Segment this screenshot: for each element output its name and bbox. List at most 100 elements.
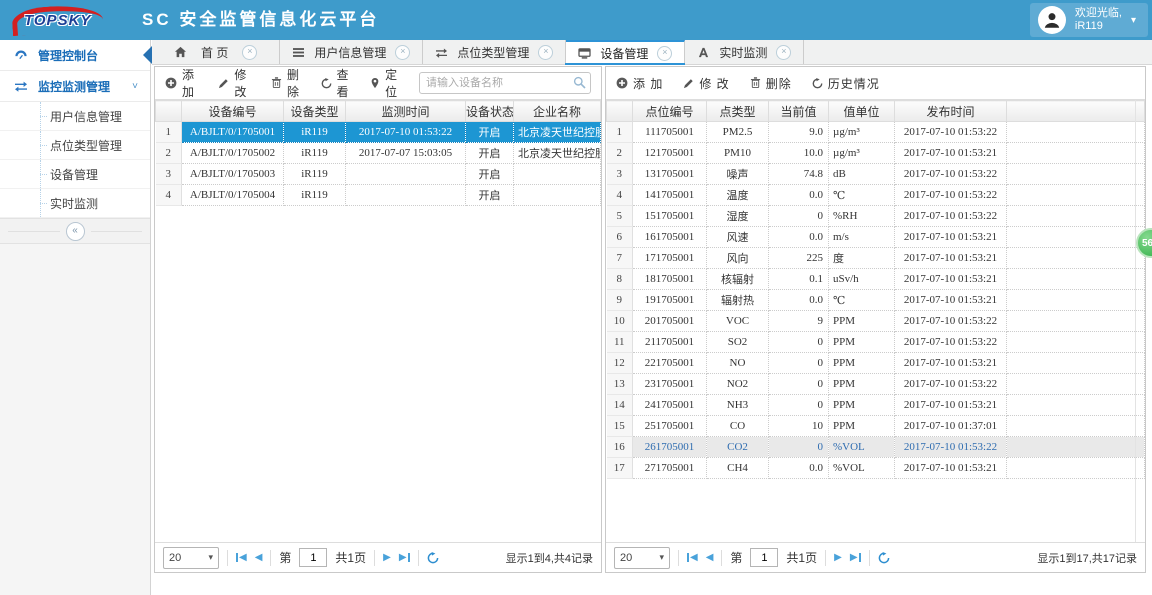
close-icon[interactable]: × — [395, 44, 411, 60]
page-number-input[interactable] — [750, 548, 779, 567]
table-row[interactable]: 9 191705001 辐射热 0.0 ℃ 2017-07-10 01:53:21 — [606, 289, 1145, 311]
cell: 2017-07-07 15:03:05 — [345, 142, 466, 164]
filler-cell — [1006, 394, 1145, 416]
sidebar-item-realtime[interactable]: 实时监测 — [0, 189, 150, 218]
page-size-select[interactable]: 20 ▾ — [163, 546, 219, 569]
topsky-logo: TOPSKY — [11, 2, 126, 37]
row-number: 14 — [606, 394, 633, 416]
table-row[interactable]: 3 A/BJLT/0/1705003 iR119 开启 — [155, 163, 601, 185]
column-header[interactable]: 当前值 — [768, 100, 829, 122]
search-icon[interactable] — [573, 76, 586, 92]
cell: iR119 — [283, 184, 346, 206]
column-header[interactable]: 点位编号 — [632, 100, 707, 122]
table-row[interactable]: 3 131705001 噪声 74.8 dB 2017-07-10 01:53:22 — [606, 163, 1145, 185]
row-number: 15 — [606, 415, 633, 437]
locate-button[interactable]: 定位 — [370, 66, 399, 100]
last-page-button[interactable]: ▶ — [399, 552, 410, 563]
column-header[interactable]: 设备状态 — [465, 100, 514, 122]
table-row[interactable]: 16 261705001 CO2 0 %VOL 2017-07-10 01:53:22 — [606, 436, 1145, 458]
sidebar-group-monitoring[interactable]: 监控监测管理 ˅ — [0, 71, 150, 102]
add-button[interactable]: 添 加 — [165, 66, 198, 100]
tab-home[interactable]: 首 页 × — [152, 40, 281, 64]
page-total-label: 共1页 — [335, 551, 367, 565]
table-row[interactable]: 4 A/BJLT/0/1705004 iR119 开启 — [155, 184, 601, 206]
column-header[interactable]: 发布时间 — [894, 100, 1007, 122]
add-button[interactable]: 添 加 — [616, 75, 663, 92]
row-number: 6 — [606, 226, 633, 248]
column-header[interactable]: 值单位 — [828, 100, 895, 122]
cell: 251705001 — [632, 415, 707, 437]
sidebar-item-user-info[interactable]: 用户信息管理 — [0, 102, 150, 131]
search-input[interactable] — [419, 72, 591, 94]
divider — [678, 549, 679, 566]
table-row[interactable]: 8 181705001 核辐射 0.1 uSv/h 2017-07-10 01:53:21 — [606, 268, 1145, 290]
table-row[interactable]: 6 161705001 风速 0.0 m/s 2017-07-10 01:53:21 — [606, 226, 1145, 248]
close-icon[interactable]: × — [538, 44, 554, 60]
first-page-button[interactable]: ◀ — [687, 552, 698, 563]
cell: A/BJLT/0/1705003 — [181, 163, 284, 185]
collapse-sidebar-button[interactable]: « — [65, 221, 85, 241]
column-header[interactable]: 点类型 — [706, 100, 769, 122]
table-row[interactable]: 10 201705001 VOC 9 PPM 2017-07-10 01:53:22 — [606, 310, 1145, 332]
page-number-input[interactable] — [299, 548, 328, 567]
edit-button[interactable]: 修 改 — [218, 66, 251, 100]
tab-user-info[interactable]: 用户信息管理 × — [280, 40, 424, 64]
table-row[interactable]: 12 221705001 NO 0 PPM 2017-07-10 01:53:21 — [606, 352, 1145, 374]
table-row[interactable]: 7 171705001 风向 225 度 2017-07-10 01:53:21 — [606, 247, 1145, 269]
point-toolbar: 添 加 修 改 删除 历史情况 — [606, 67, 1145, 100]
table-row[interactable]: 13 231705001 NO2 0 PPM 2017-07-10 01:53:22 — [606, 373, 1145, 395]
table-row[interactable]: 1 A/BJLT/0/1705001 iR119 2017-07-10 01:53:2… — [155, 121, 601, 143]
close-icon[interactable]: × — [242, 44, 258, 60]
cell: 111705001 — [632, 121, 707, 143]
tab-label: 实时监测 — [719, 45, 768, 60]
row-number: 9 — [606, 289, 633, 311]
last-page-button[interactable]: ▶ — [850, 552, 861, 563]
refresh-icon[interactable] — [427, 551, 439, 564]
next-page-button[interactable]: ▶ — [383, 552, 391, 563]
tab-point-type[interactable]: 点位类型管理 × — [423, 40, 567, 64]
first-page-button[interactable]: ◀ — [236, 552, 247, 563]
row-number: 10 — [606, 310, 633, 332]
cell: 北京凌天世纪控股股份有限公司 — [513, 142, 601, 164]
user-menu[interactable]: 欢迎光临, iR119 ▾ — [1029, 3, 1148, 37]
table-row[interactable]: 4 141705001 温度 0.0 ℃ 2017-07-10 01:53:22 — [606, 184, 1145, 206]
cell — [345, 184, 466, 206]
prev-page-button[interactable]: ◀ — [255, 552, 263, 563]
column-header[interactable]: 企业名称 — [513, 100, 601, 122]
delete-button[interactable]: 删除 — [271, 66, 301, 100]
sidebar-item-console[interactable]: 管理控制台 — [0, 40, 150, 71]
point-panel: 添 加 修 改 删除 历史情况 点位编号 点类型 当前值 值单位 发布时间 1 111705… — [605, 66, 1146, 573]
cell: 湿度 — [706, 205, 769, 227]
table-row[interactable]: 15 251705001 CO 10 PPM 2017-07-10 01:37:01 — [606, 415, 1145, 437]
table-row[interactable]: 2 A/BJLT/0/1705002 iR119 2017-07-07 15:03:0… — [155, 142, 601, 164]
sidebar-item-device[interactable]: 设备管理 — [0, 160, 150, 189]
view-button[interactable]: 查看 — [321, 66, 351, 100]
table-row[interactable]: 11 211705001 SO2 0 PPM 2017-07-10 01:53:22 — [606, 331, 1145, 353]
next-page-button[interactable]: ▶ — [834, 552, 842, 563]
row-number: 3 — [606, 163, 633, 185]
table-row[interactable]: 1 111705001 PM2.5 9.0 µg/m³ 2017-07-10 01:53:… — [606, 121, 1145, 143]
sidebar-item-point-type[interactable]: 点位类型管理 — [0, 131, 150, 160]
table-row[interactable]: 5 151705001 湿度 0 %RH 2017-07-10 01:53:22 — [606, 205, 1145, 227]
edit-button[interactable]: 修 改 — [683, 75, 729, 92]
history-button[interactable]: 历史情况 — [812, 75, 880, 92]
tab-realtime[interactable]: 实时监测 × — [685, 40, 805, 64]
filler-cell — [1006, 352, 1145, 374]
tab-device[interactable]: 设备管理 × — [565, 40, 686, 65]
column-header[interactable]: 设备编号 — [181, 100, 284, 122]
delete-button[interactable]: 删除 — [750, 75, 792, 92]
close-icon[interactable]: × — [657, 45, 673, 61]
device-table: 设备编号 设备类型 监测时间 设备状态 企业名称 1 A/BJLT/0/1705001 iR1… — [155, 100, 601, 206]
close-icon[interactable]: × — [776, 44, 792, 60]
table-row[interactable]: 2 121705001 PM10 10.0 µg/m³ 2017-07-10 01:53:… — [606, 142, 1145, 164]
column-header[interactable]: 设备类型 — [283, 100, 346, 122]
table-row[interactable]: 14 241705001 NH3 0 PPM 2017-07-10 01:53:21 — [606, 394, 1145, 416]
column-header[interactable]: 监测时间 — [345, 100, 466, 122]
table-row[interactable]: 17 271705001 CH4 0.0 %VOL 2017-07-10 01:53:21 — [606, 457, 1145, 479]
prev-page-button[interactable]: ◀ — [706, 552, 714, 563]
device-table-area: 设备编号 设备类型 监测时间 设备状态 企业名称 1 A/BJLT/0/1705001 iR1… — [155, 100, 601, 542]
page-size-select[interactable]: 20 ▾ — [614, 546, 670, 569]
refresh-icon[interactable] — [878, 551, 890, 564]
page-total-label: 共1页 — [786, 551, 818, 565]
scrollbar-track[interactable] — [1135, 100, 1136, 542]
